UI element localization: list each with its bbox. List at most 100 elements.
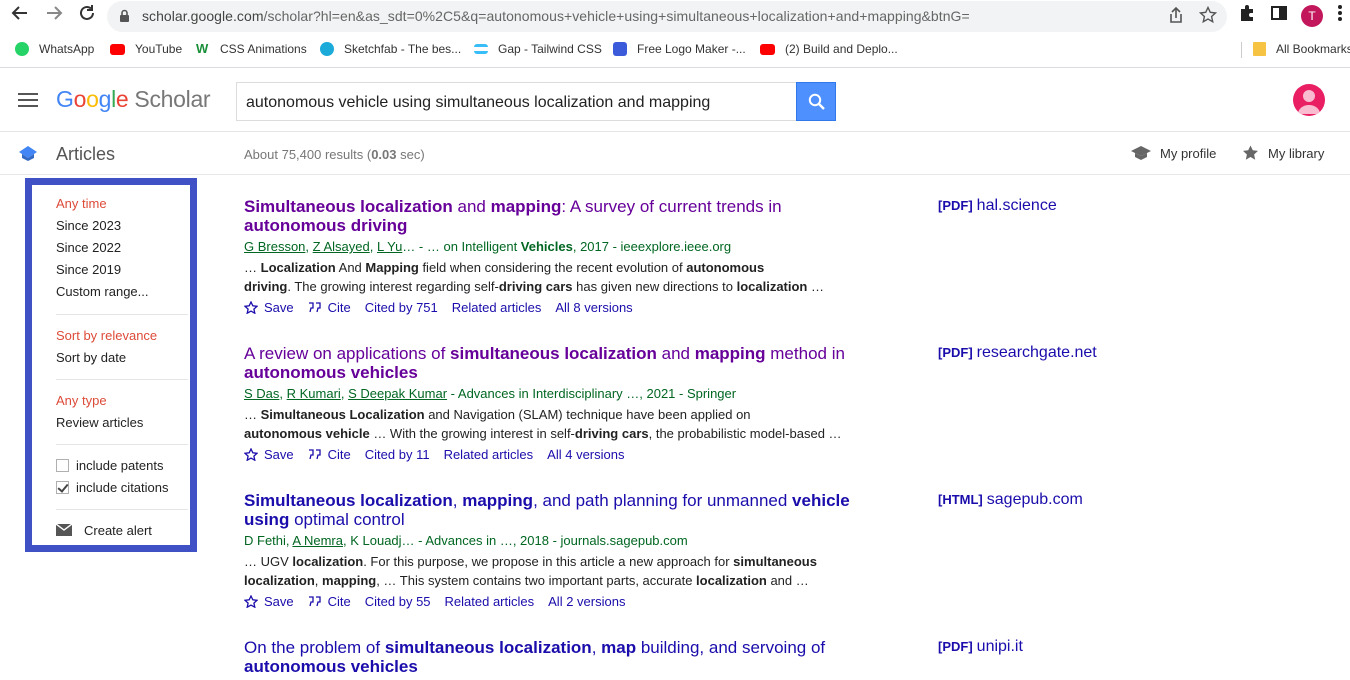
search-result: On the problem of simultaneous localizat… xyxy=(244,638,864,676)
search-query-text: autonomous vehicle using simultaneous lo… xyxy=(246,94,711,111)
divider xyxy=(56,379,188,380)
result-fulltext-link[interactable]: [HTML] sagepub.com xyxy=(938,491,1083,509)
profile-avatar[interactable]: T xyxy=(1301,5,1323,27)
bookmarks-bar: WhatsApp YouTube W CSS Animations Sketchf… xyxy=(0,33,1350,68)
all-versions-link[interactable]: All 4 versions xyxy=(547,447,624,462)
my-library-link[interactable]: My library xyxy=(1242,145,1324,161)
logo-maker-icon xyxy=(613,42,627,56)
checkbox-checked[interactable] xyxy=(56,481,69,494)
cited-by-link[interactable]: Cited by 751 xyxy=(365,300,438,315)
url-text: scholar.google.com/scholar?hl=en&as_sdt=… xyxy=(142,8,970,24)
bookmark-css-animations[interactable]: W CSS Animations xyxy=(196,41,307,57)
reload-icon[interactable] xyxy=(75,4,99,28)
bookmark-star-icon[interactable] xyxy=(1199,6,1217,24)
cite-button[interactable]: Cite xyxy=(308,300,351,315)
address-bar[interactable]: scholar.google.com/scholar?hl=en&as_sdt=… xyxy=(107,1,1227,32)
result-title-link[interactable]: A review on applications of simultaneous… xyxy=(244,344,864,382)
bookmark-youtube[interactable]: YouTube xyxy=(110,42,182,56)
extensions-puzzle-icon[interactable] xyxy=(1238,4,1256,29)
related-articles-link[interactable]: Related articles xyxy=(445,594,535,609)
filter-since-2022[interactable]: Since 2022 xyxy=(56,240,121,255)
quote-icon xyxy=(308,596,321,607)
kebab-menu-icon[interactable] xyxy=(1337,4,1343,29)
menu-hamburger-icon[interactable] xyxy=(18,93,38,107)
all-versions-link[interactable]: All 2 versions xyxy=(548,594,625,609)
cite-button[interactable]: Cite xyxy=(308,447,351,462)
save-button[interactable]: Save xyxy=(244,300,294,315)
result-snippet: … UGV localization. For this purpose, we… xyxy=(244,554,817,588)
filter-since-2023[interactable]: Since 2023 xyxy=(56,218,121,233)
divider xyxy=(56,444,188,445)
cite-button[interactable]: Cite xyxy=(308,594,351,609)
bookmark-whatsapp[interactable]: WhatsApp xyxy=(15,42,94,56)
side-panel-icon[interactable] xyxy=(1270,4,1288,29)
star-outline-icon xyxy=(244,301,258,314)
search-result: Simultaneous localization and mapping: A… xyxy=(244,197,864,315)
results-count: About 75,400 results (0.03 sec) xyxy=(244,147,425,162)
search-input[interactable]: autonomous vehicle using simultaneous lo… xyxy=(236,82,797,121)
bookmark-tailwind[interactable]: Gap - Tailwind CSS xyxy=(474,42,602,56)
result-fulltext-link[interactable]: [PDF] hal.science xyxy=(938,197,1057,215)
star-icon xyxy=(1243,145,1258,160)
results-subheader: Articles About 75,400 results (0.03 sec)… xyxy=(0,133,1350,175)
w-logo-icon: W xyxy=(196,41,209,56)
share-icon[interactable] xyxy=(1167,6,1185,24)
result-actions: Save Cite Cited by 751 Related articles … xyxy=(244,300,864,315)
result-title-link[interactable]: Simultaneous localization, mapping, and … xyxy=(244,491,864,529)
my-profile-link[interactable]: My profile xyxy=(1131,145,1216,161)
browser-toolbar: scholar.google.com/scholar?hl=en&as_sdt=… xyxy=(0,0,1350,33)
youtube-icon xyxy=(110,43,125,55)
result-actions: Save Cite Cited by 55 Related articles A… xyxy=(244,594,864,609)
section-title: Articles xyxy=(56,144,116,164)
cited-by-link[interactable]: Cited by 11 xyxy=(365,447,430,462)
google-scholar-logo[interactable]: Google Scholar xyxy=(56,86,211,113)
cited-by-link[interactable]: Cited by 55 xyxy=(365,594,431,609)
filter-since-2019[interactable]: Since 2019 xyxy=(56,262,121,277)
back-arrow-icon[interactable] xyxy=(8,4,32,28)
search-result: Simultaneous localization, mapping, and … xyxy=(244,491,864,609)
result-fulltext-link[interactable]: [PDF] unipi.it xyxy=(938,638,1023,656)
related-articles-link[interactable]: Related articles xyxy=(444,447,534,462)
bookmark-sketchfab[interactable]: Sketchfab - The bes... xyxy=(320,42,461,56)
filter-review-articles[interactable]: Review articles xyxy=(56,415,143,430)
folder-icon xyxy=(1253,42,1266,56)
scholar-header: Google Scholar autonomous vehicle using s… xyxy=(0,69,1350,132)
result-authors: D Fethi, A Nemra, K Louadj… - Advances i… xyxy=(244,533,688,548)
result-authors: S Das, R Kumari, S Deepak Kumar - Advanc… xyxy=(244,386,737,401)
all-bookmarks[interactable]: All Bookmarks xyxy=(1253,42,1350,56)
all-versions-link[interactable]: All 8 versions xyxy=(555,300,632,315)
result-title-link[interactable]: On the problem of simultaneous localizat… xyxy=(244,638,864,676)
bookmark-build-deploy[interactable]: (2) Build and Deplo... xyxy=(760,42,898,56)
create-alert-button[interactable]: Create alert xyxy=(55,523,152,538)
filter-sidebar: Any time Since 2023 Since 2022 Since 201… xyxy=(25,178,197,552)
sketchfab-icon xyxy=(320,42,334,56)
sort-by-relevance[interactable]: Sort by relevance xyxy=(56,328,157,343)
user-avatar[interactable] xyxy=(1293,84,1325,116)
filter-custom-range[interactable]: Custom range... xyxy=(56,284,149,299)
star-outline-icon xyxy=(244,448,258,461)
sort-by-date[interactable]: Sort by date xyxy=(56,350,126,365)
forward-arrow-icon[interactable] xyxy=(42,4,66,28)
filter-any-time[interactable]: Any time xyxy=(56,196,107,211)
save-button[interactable]: Save xyxy=(244,447,294,462)
save-button[interactable]: Save xyxy=(244,594,294,609)
result-fulltext-link[interactable]: [PDF] researchgate.net xyxy=(938,344,1097,362)
search-result: A review on applications of simultaneous… xyxy=(244,344,864,462)
include-patents-checkbox[interactable]: include patents xyxy=(56,458,163,473)
result-authors: G Bresson, Z Alsayed, L Yu… - … on Intel… xyxy=(244,239,732,254)
filter-any-type[interactable]: Any type xyxy=(56,393,107,408)
include-citations-checkbox[interactable]: include citations xyxy=(56,480,169,495)
related-articles-link[interactable]: Related articles xyxy=(452,300,542,315)
result-snippet: … Localization And Mapping field when co… xyxy=(244,260,824,294)
scholar-cap-icon xyxy=(19,146,37,161)
quote-icon xyxy=(308,449,321,460)
checkbox-unchecked[interactable] xyxy=(56,459,69,472)
star-outline-icon xyxy=(244,595,258,608)
result-title-link[interactable]: Simultaneous localization and mapping: A… xyxy=(244,197,864,235)
quote-icon xyxy=(308,302,321,313)
search-button[interactable] xyxy=(796,82,836,121)
bookmark-logo-maker[interactable]: Free Logo Maker -... xyxy=(613,42,746,56)
divider xyxy=(56,509,188,510)
lock-icon xyxy=(120,9,129,22)
graduation-cap-icon xyxy=(1131,146,1151,160)
